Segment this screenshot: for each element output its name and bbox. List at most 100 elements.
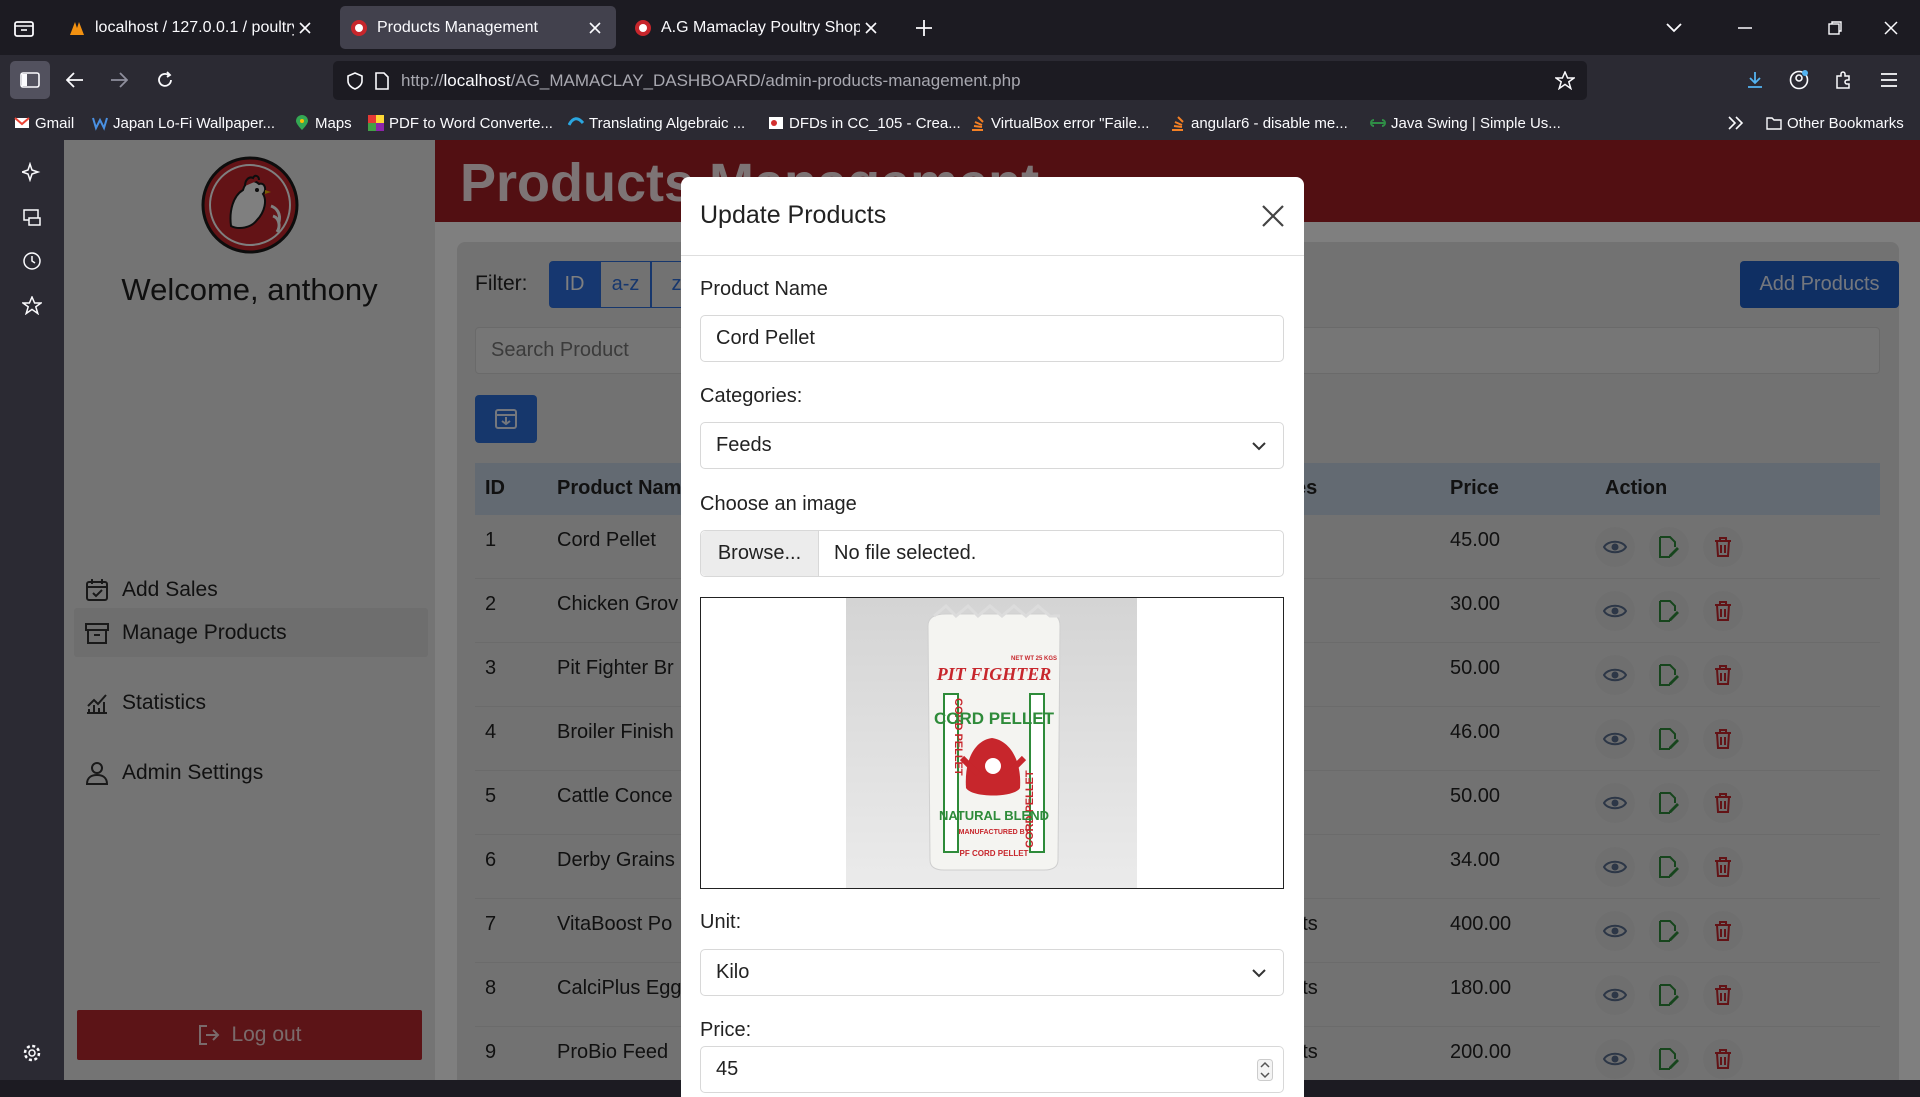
bookmarks-toolbar: Gmail Japan Lo-Fi Wallpaper... Maps PDF … [0,106,1920,140]
tab-title: Products Management [377,18,538,36]
product-name-label: Product Name [700,278,828,300]
close-window-icon[interactable] [1876,16,1906,40]
bookmark-translating[interactable]: Translating Algebraic ... [568,112,745,134]
wave-icon [568,117,584,126]
browse-button[interactable]: Browse... [701,531,819,576]
image-preview: CORD PELLET CORD PELLET PIT FIGHTER NET … [700,597,1284,889]
choose-image-label: Choose an image [700,493,857,515]
sidebar-toggle-icon[interactable] [10,61,50,99]
browser-sidebar-strip [0,140,64,1080]
category-select[interactable]: Feeds [700,422,1284,469]
price-value: 45 [716,1058,739,1080]
extensions-puzzle-icon[interactable] [1828,65,1858,95]
bookmark-virtualbox[interactable]: VirtualBox error "Faile... [970,112,1149,134]
other-bookmarks[interactable]: Other Bookmarks [1766,112,1904,134]
price-input[interactable]: 45 [700,1046,1284,1093]
bookmark-pdf[interactable]: PDF to Word Converte... [368,112,553,134]
minimize-window-icon[interactable] [1730,16,1760,40]
modal-title: Update Products [700,201,887,229]
stackoverflow-icon [972,116,984,131]
gmail-icon [14,117,30,128]
ai-sparkle-icon[interactable] [17,157,47,187]
downloads-icon[interactable] [1740,65,1770,95]
w-logo-icon [92,117,108,131]
address-bar[interactable]: http://localhost/AG_MAMACLAY_DASHBOARD/a… [333,61,1587,100]
url-prefix: http:// [401,70,444,90]
update-products-modal: Update Products Product Name Cord Pellet… [681,177,1304,1097]
chevron-down-icon [1252,969,1266,978]
stackoverflow-icon [1172,116,1184,131]
tab-products-management[interactable]: Products Management [340,6,616,49]
bookmark-label: VirtualBox error "Faile... [991,114,1150,132]
bookmark-gmail[interactable]: Gmail [14,112,74,134]
url-host: localhost [443,70,511,90]
product-photo: CORD PELLET CORD PELLET PIT FIGHTER NET … [846,598,1137,888]
geeks-icon [1370,119,1386,127]
shield-icon[interactable] [347,71,363,90]
unit-label: Unit: [700,911,742,933]
bookmark-label: PDF to Word Converte... [389,114,553,132]
number-spinner-icon[interactable] [1257,1059,1273,1081]
chevron-down-icon [1252,442,1266,451]
customize-sidebar-gear-icon[interactable] [17,1038,47,1068]
pdf-converter-icon [368,115,384,131]
rooster-favicon-icon [351,19,367,36]
file-status: No file selected. [834,542,977,564]
categories-label: Categories: [700,385,803,407]
price-label: Price: [700,1019,752,1041]
bookmark-angular[interactable]: angular6 - disable me... [1170,112,1348,134]
bag-net-weight-text: NET WT 25 KGS [1011,656,1057,662]
reload-icon[interactable] [150,65,180,95]
tab-poultry-shop[interactable]: A.G Mamaclay Poultry Shop [624,6,892,49]
close-tab-icon[interactable] [584,17,606,39]
tab-phpmyadmin[interactable]: localhost / 127.0.0.1 / poultry_d [58,6,326,49]
bookmark-star-icon[interactable] [1555,71,1575,90]
history-clock-icon[interactable] [17,246,47,276]
browser-nav-bar: http://localhost/AG_MAMACLAY_DASHBOARD/a… [0,55,1920,106]
bookmark-maps[interactable]: Maps [294,112,352,134]
folder-icon [1766,117,1782,130]
bag-brand-text: PIT FIGHTER [936,664,1052,684]
image-file-input[interactable]: Browse... No file selected. [700,530,1284,577]
more-bookmarks-chevron-icon[interactable] [1728,112,1744,134]
phpmyadmin-favicon-icon [70,21,84,35]
bookmark-label: Maps [315,114,352,132]
restore-window-icon[interactable] [1820,16,1850,40]
category-value: Feeds [716,434,772,456]
bookmark-java-swing[interactable]: Java Swing | Simple Us... [1370,112,1561,134]
bookmark-dfds[interactable]: DFDs in CC_105 - Crea... [768,112,961,134]
product-name-input[interactable]: Cord Pellet [700,315,1284,362]
unit-select[interactable]: Kilo [700,949,1284,996]
maps-pin-icon [296,115,308,130]
close-tab-icon[interactable] [860,17,882,39]
tab-overview-icon[interactable] [10,16,38,40]
bookmark-label: angular6 - disable me... [1191,114,1348,132]
dfd-icon [769,117,783,129]
browser-tab-bar: localhost / 127.0.0.1 / poultry_d Produc… [0,0,1920,55]
tab-title: localhost / 127.0.0.1 / poultry_d [95,18,294,36]
bookmark-wallpaper[interactable]: Japan Lo-Fi Wallpaper... [92,112,275,134]
url-path: /AG_MAMACLAY_DASHBOARD/admin-products-ma… [510,70,1021,90]
account-icon[interactable] [1784,65,1814,95]
unit-value: Kilo [716,961,750,983]
forward-arrow-icon[interactable] [104,65,134,95]
bag-maker-text: MANUFACTURED BY [959,829,1030,836]
bookmark-label: DFDs in CC_105 - Crea... [789,114,961,132]
page-info-icon[interactable] [375,71,389,90]
close-icon[interactable] [1259,202,1287,230]
list-all-tabs-chevron-icon[interactable] [1660,16,1688,40]
synced-tabs-icon[interactable] [17,202,47,232]
product-name-value: Cord Pellet [716,327,815,349]
new-tab-plus-icon[interactable] [910,16,938,40]
bookmark-label: Other Bookmarks [1787,114,1904,132]
bag-tagline-text: NATURAL BLEND [939,808,1049,823]
bookmark-label: Japan Lo-Fi Wallpaper... [113,114,276,132]
bookmark-label: Translating Algebraic ... [589,114,746,132]
modal-header: Update Products [681,177,1304,256]
bookmarks-star-icon[interactable] [17,290,47,320]
bag-code-text: PF CORD PELLET [960,849,1029,858]
hamburger-menu-icon[interactable] [1874,65,1904,95]
bookmark-label: Java Swing | Simple Us... [1391,114,1561,132]
close-tab-icon[interactable] [294,17,316,39]
back-arrow-icon[interactable] [60,65,90,95]
